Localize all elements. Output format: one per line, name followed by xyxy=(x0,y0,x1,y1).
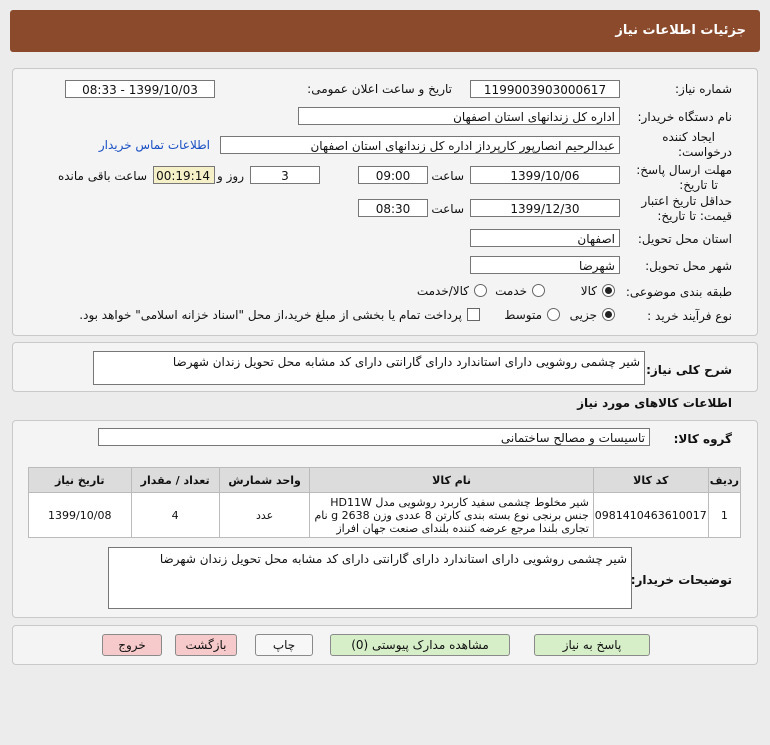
process-option-medium: متوسط xyxy=(504,308,542,322)
cell-name-line: جنس برنجی نوع بسته بندی کارتن 8 عددی وزن… xyxy=(314,508,589,522)
city-field: شهرضا xyxy=(470,256,620,274)
process-radio-minor[interactable] xyxy=(602,308,615,321)
need-number-label: شماره نیاز: xyxy=(675,82,732,96)
deadline-label-2: تا تاریخ: xyxy=(679,178,718,192)
city-label: شهر محل تحویل: xyxy=(645,259,732,273)
days-label: روز و xyxy=(217,169,244,183)
category-option-service: خدمت xyxy=(495,284,527,298)
col-code: کد کالا xyxy=(592,467,709,493)
cell-name-line: تجاری بلندا مرجع عرضه کننده بلندای صنعت … xyxy=(336,521,589,535)
province-label: استان محل تحویل: xyxy=(637,232,732,246)
exit-button[interactable]: خروج xyxy=(102,634,162,656)
reply-button[interactable]: پاسخ به نیاز xyxy=(534,634,650,656)
col-date: تاریخ نیاز xyxy=(28,467,132,493)
category-radio-goods[interactable] xyxy=(602,284,615,297)
category-option-goods: کالا xyxy=(580,284,597,298)
need-number-field: 1199003903000617 xyxy=(470,80,620,98)
description-label: شرح کلی نیاز: xyxy=(646,363,732,377)
deadline-time-label: ساعت xyxy=(431,169,464,183)
treasury-payment-note: پرداخت تمام یا بخشی از مبلغ خرید،از محل … xyxy=(79,308,462,322)
announce-label: تاریخ و ساعت اعلان عمومی: xyxy=(307,82,452,96)
goods-group-label: گروه کالا: xyxy=(673,432,732,446)
remaining-time-field: 00:19:14 xyxy=(153,166,215,184)
contact-info-link[interactable]: اطلاعات تماس خریدار xyxy=(99,138,210,152)
validity-time-field: 08:30 xyxy=(358,199,428,217)
col-name: نام کالا xyxy=(309,467,594,493)
deadline-date-field: 1399/10/06 xyxy=(470,166,620,184)
buyer-notes-field: شیر چشمی روشویی دارای استاندارد دارای گا… xyxy=(108,547,632,609)
col-unit: واحد شمارش xyxy=(218,467,311,493)
items-section-title: اطلاعات کالاهای مورد نیاز xyxy=(577,396,732,410)
category-label: طبقه بندی موضوعی: xyxy=(625,285,732,299)
validity-label-1: حداقل تاریخ اعتبار xyxy=(641,194,732,208)
category-option-goods-service: کالا/خدمت xyxy=(416,284,469,298)
cell-row: 1 xyxy=(707,492,742,538)
validity-label-2: قیمت: تا تاریخ: xyxy=(657,209,732,223)
announce-field: 1399/10/03 - 08:33 xyxy=(65,80,215,98)
deadline-time-field: 09:00 xyxy=(358,166,428,184)
page-title: جزئیات اطلاعات نیاز xyxy=(615,23,746,38)
validity-date-field: 1399/12/30 xyxy=(470,199,620,217)
process-radio-medium[interactable] xyxy=(547,308,560,321)
validity-time-label: ساعت xyxy=(431,202,464,216)
days-field: 3 xyxy=(250,166,320,184)
page-header: جزئیات اطلاعات نیاز xyxy=(10,10,760,52)
cell-date: 1399/10/08 xyxy=(28,492,132,538)
cell-code: 0981410463610017 xyxy=(592,492,709,538)
cell-unit: عدد xyxy=(218,492,311,538)
treasury-payment-checkbox[interactable] xyxy=(467,308,480,321)
items-table: ردیف کد کالا نام کالا واحد شمارش تعداد /… xyxy=(28,467,742,538)
process-option-minor: جزیی xyxy=(569,308,597,322)
category-radio-service[interactable] xyxy=(532,284,545,297)
goods-group-field: تاسیسات و مصالح ساختمانی xyxy=(98,428,650,446)
buyer-notes-label: توضیحات خریدار: xyxy=(630,573,732,587)
creator-label-2: درخواست: xyxy=(678,145,732,159)
cell-name-line: شیر مخلوط چشمی سفید کاربرد روشویی مدل HD… xyxy=(330,495,589,509)
creator-label-1: ایجاد کننده xyxy=(662,130,715,144)
category-radio-goods-service[interactable] xyxy=(474,284,487,297)
buyer-org-label: نام دستگاه خریدار: xyxy=(637,110,733,124)
buyer-org-field: اداره کل زندانهای استان اصفهان xyxy=(298,107,620,125)
deadline-label-1: مهلت ارسال پاسخ: xyxy=(636,163,732,177)
province-field: اصفهان xyxy=(470,229,620,247)
cell-name: شیر مخلوط چشمی سفید کاربرد روشویی مدل HD… xyxy=(309,492,594,538)
col-qty: تعداد / مقدار xyxy=(130,467,220,493)
cell-qty: 4 xyxy=(130,492,220,538)
col-row: ردیف xyxy=(707,467,742,493)
table-row: 1 0981410463610017 شیر مخلوط چشمی سفید ک… xyxy=(28,492,742,538)
print-button[interactable]: چاپ xyxy=(255,634,313,656)
process-label: نوع فرآیند خرید : xyxy=(647,309,732,323)
creator-field: عبدالرحیم انصارپور کارپرداز اداره کل زند… xyxy=(220,136,620,154)
remaining-label: ساعت باقی مانده xyxy=(57,169,147,183)
attachments-button[interactable]: مشاهده مدارک پیوستی (0) xyxy=(330,634,510,656)
back-button[interactable]: بازگشت xyxy=(175,634,237,656)
description-field: شیر چشمی روشویی دارای استاندارد دارای گا… xyxy=(93,351,645,385)
